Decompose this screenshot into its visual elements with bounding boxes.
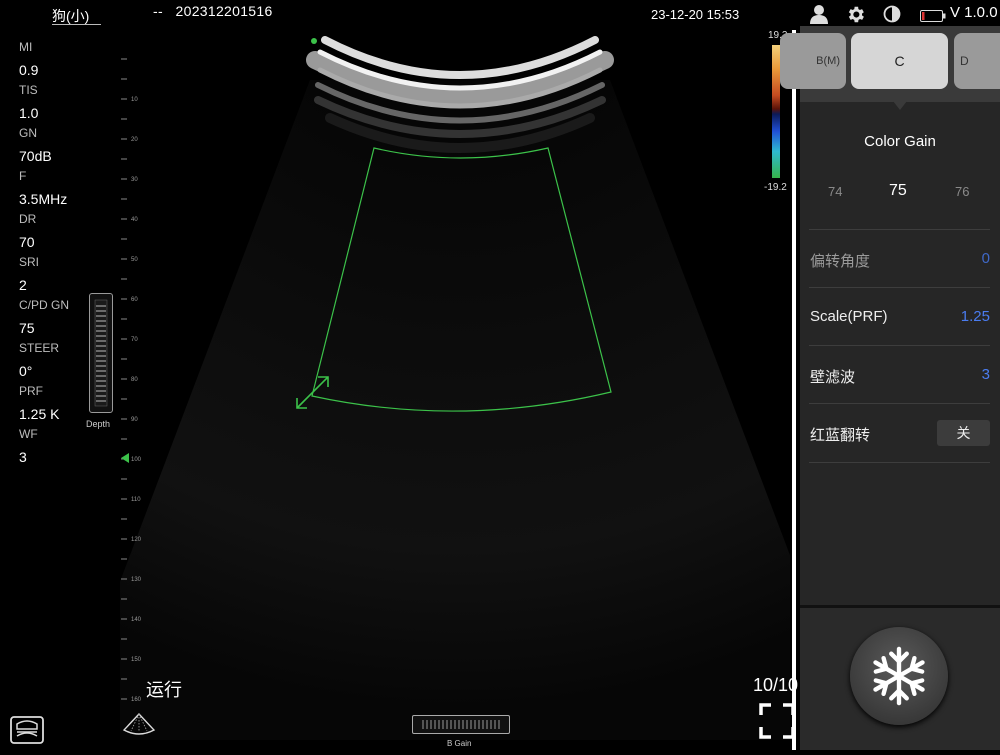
snowflake-icon: [873, 646, 925, 706]
gain-option-current[interactable]: 75: [889, 182, 907, 200]
scale-prf-row[interactable]: Scale(PRF) 1.25: [809, 287, 990, 346]
probe-icon[interactable]: [10, 716, 44, 749]
ultrasound-image[interactable]: [60, 0, 860, 750]
gain-option-prev[interactable]: 74: [828, 184, 842, 199]
param-label-wf: WF: [19, 427, 38, 441]
steer-angle-value[interactable]: 0: [982, 250, 990, 267]
color-invert-label: 红蓝翻转: [810, 427, 871, 444]
gain-option-next[interactable]: 76: [955, 184, 969, 199]
scale-prf-value[interactable]: 1.25: [961, 308, 990, 325]
param-label-steer: STEER: [19, 341, 60, 355]
param-value-gn: 70dB: [19, 148, 52, 164]
param-label-cpdgn: C/PD GN: [19, 298, 70, 312]
param-value-steer: 0°: [19, 363, 33, 379]
param-value-cpdgn: 75: [19, 320, 35, 336]
frame-count: 10/10: [753, 675, 799, 695]
depth-label: Depth: [86, 419, 111, 429]
parameter-list: MI 0.9 TIS 1.0 GN 70dB F 3.5MHz DR 70 SR…: [19, 40, 99, 470]
patient-underline: [52, 24, 101, 25]
ruler-tick-label: 50: [131, 257, 138, 263]
version-label: V 1.0.0: [950, 4, 998, 21]
ruler-tick-label: 110: [131, 497, 141, 503]
tab-c-mode[interactable]: C: [851, 33, 948, 89]
ruler-tick-label: 150: [131, 657, 142, 663]
focus-marker[interactable]: [121, 453, 129, 463]
param-label-sri: SRI: [19, 255, 40, 269]
color-invert-row[interactable]: 红蓝翻转 关: [809, 403, 990, 462]
ruler-tick-label: 140: [131, 617, 142, 623]
param-label-prf: PRF: [19, 384, 43, 398]
wall-filter-row[interactable]: 壁滤波 3: [809, 345, 990, 404]
ruler-tick-label: 90: [131, 417, 138, 423]
mode-tabs: B(M) C D: [780, 26, 1000, 102]
color-scale-min: -19.2: [764, 182, 787, 193]
ruler-tick-label: 30: [131, 177, 138, 183]
tab-d-mode[interactable]: D: [954, 33, 1000, 89]
color-scale-bar: [772, 45, 780, 178]
ruler-tick-label: 100: [131, 457, 142, 463]
depth-slider[interactable]: [89, 293, 113, 413]
active-tab-pointer: [893, 101, 907, 110]
param-value-wf: 3: [19, 449, 27, 465]
run-status: 运行: [146, 680, 182, 700]
contrast-icon[interactable]: [883, 5, 901, 28]
ruler-tick-label: 70: [131, 337, 138, 343]
param-label-tis: TIS: [19, 83, 38, 97]
param-label-mi: MI: [19, 40, 33, 54]
ruler-tick-label: 80: [131, 377, 138, 383]
bgain-label: B Gain: [447, 739, 472, 748]
ruler-tick-label: 120: [131, 537, 142, 543]
scale-prf-label: Scale(PRF): [810, 308, 888, 325]
param-label-dr: DR: [19, 212, 37, 226]
param-value-tis: 1.0: [19, 105, 39, 121]
param-value-mi: 0.9: [19, 62, 39, 78]
ruler-tick-label: 160: [131, 697, 142, 703]
steer-angle-label: 偏转角度: [810, 253, 871, 270]
color-gain-title: Color Gain: [864, 133, 936, 150]
patient-type[interactable]: 狗(小): [52, 6, 89, 26]
color-invert-toggle[interactable]: 关: [937, 420, 990, 446]
ruler-tick-label: 20: [131, 137, 138, 143]
freeze-button[interactable]: [850, 627, 948, 725]
param-value-dr: 70: [19, 234, 35, 250]
fullscreen-icon[interactable]: [759, 703, 795, 744]
bgain-slider[interactable]: [412, 715, 510, 734]
ruler-tick-label: 60: [131, 297, 138, 303]
wall-filter-value[interactable]: 3: [982, 366, 990, 383]
steer-angle-row[interactable]: 偏转角度 0: [809, 229, 990, 288]
param-value-sri: 2: [19, 277, 27, 293]
depth-ruler: 10 20 30 40 50 60 70 80 90 100 110 120 1…: [118, 40, 158, 710]
wall-filter-label: 壁滤波: [810, 369, 856, 386]
row-divider: [809, 462, 990, 463]
tab-bm-mode[interactable]: B(M): [780, 33, 846, 89]
probe-orientation-marker: [311, 38, 317, 44]
param-label-f: F: [19, 169, 27, 183]
param-label-gn: GN: [19, 126, 37, 140]
battery-icon: [920, 9, 946, 27]
ruler-tick-label: 130: [131, 577, 142, 583]
param-value-f: 3.5MHz: [19, 191, 68, 207]
ruler-tick-label: 40: [131, 217, 138, 223]
image-edge-line: [792, 30, 796, 750]
ruler-tick-label: 10: [131, 97, 138, 103]
sector-icon[interactable]: [122, 712, 156, 741]
